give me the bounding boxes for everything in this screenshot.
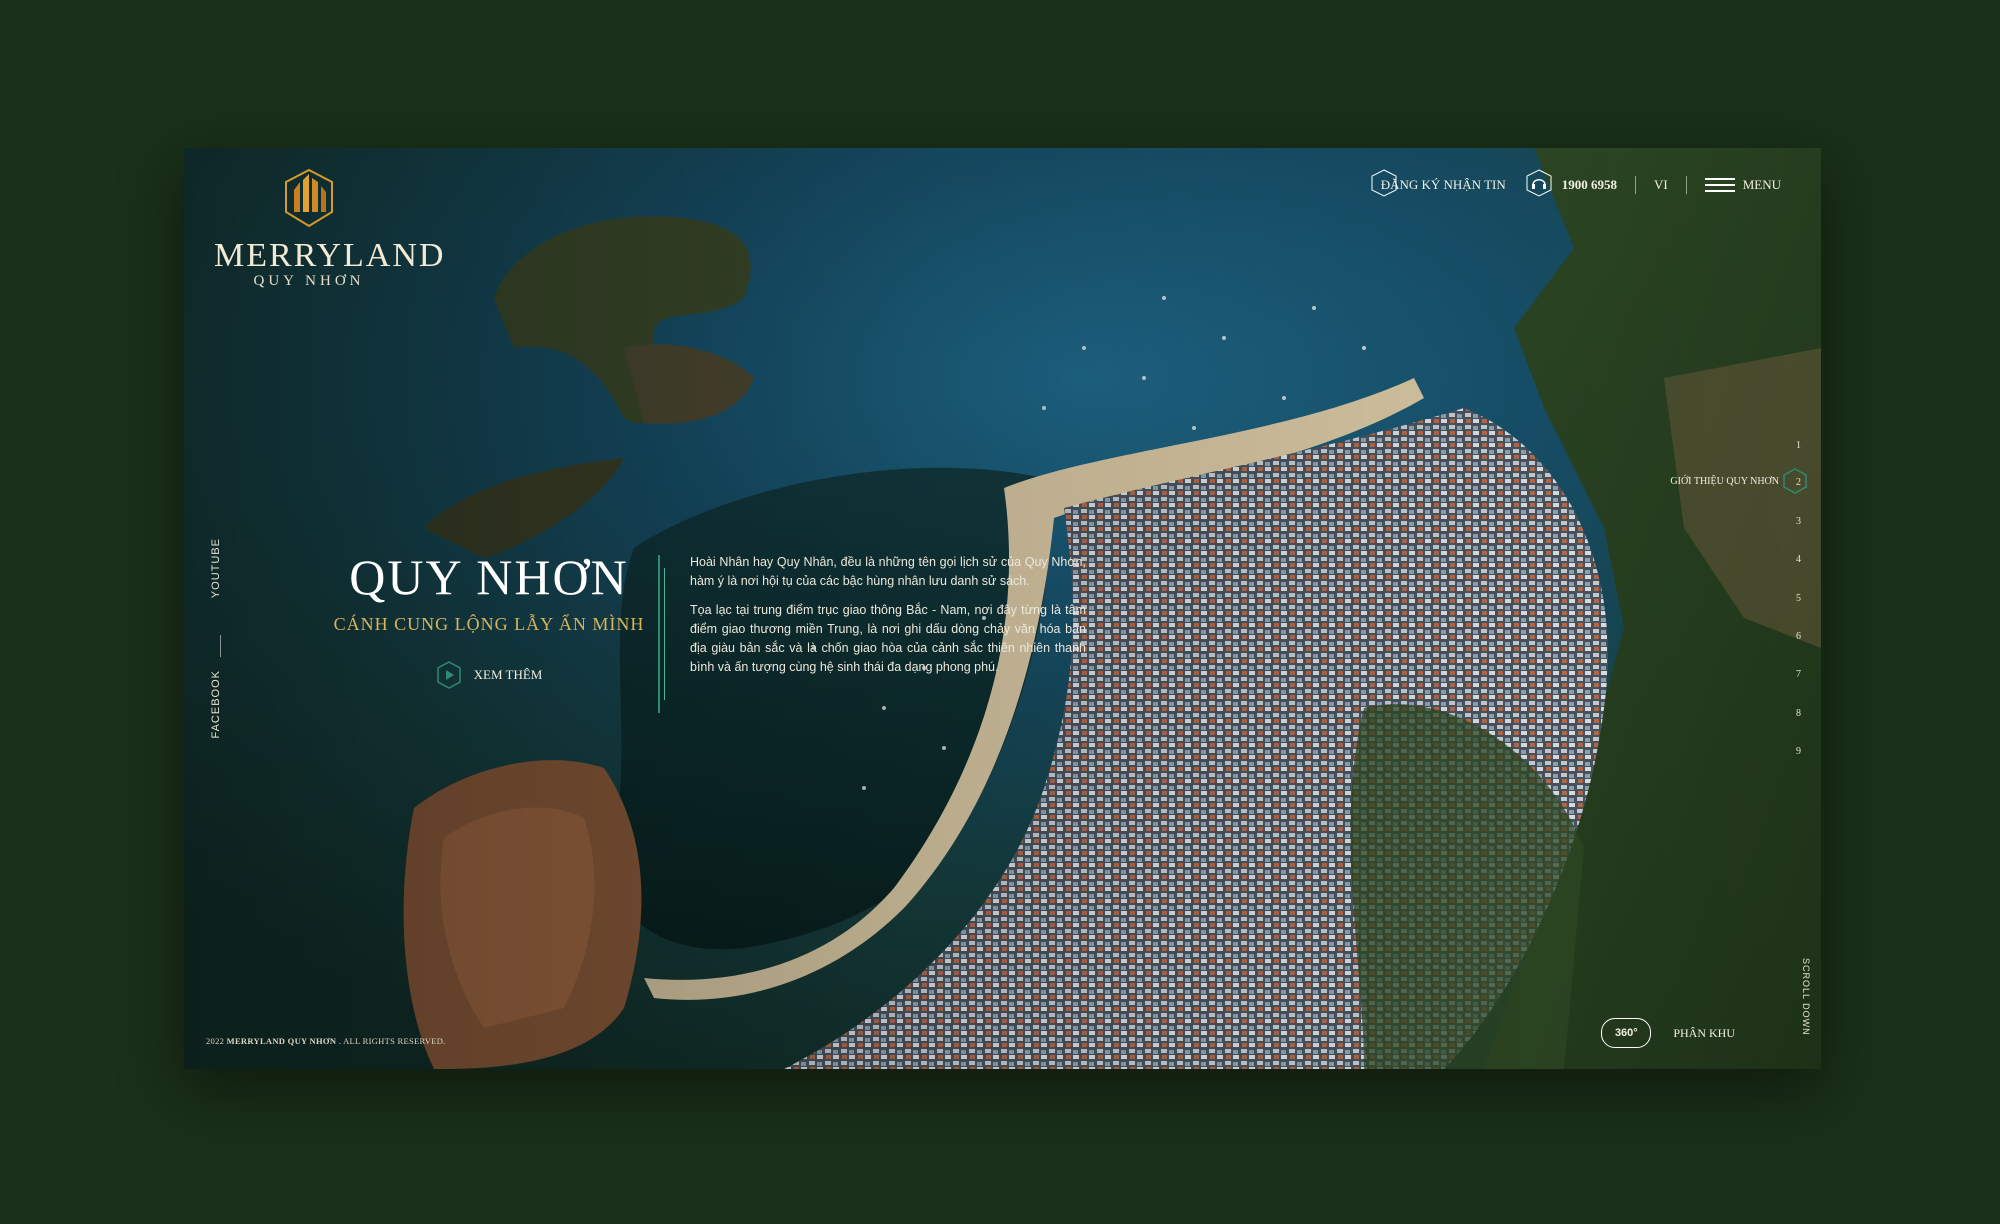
copyright-brand: MERRYLAND QUY NHƠN xyxy=(226,1036,337,1046)
pager-item[interactable]: 8 xyxy=(1796,708,1801,719)
pager-item[interactable]: 9 xyxy=(1796,746,1801,757)
social-divider xyxy=(220,635,221,657)
menu-button[interactable]: MENU xyxy=(1704,177,1781,193)
nav-divider xyxy=(1635,176,1636,194)
facebook-link[interactable]: FACEBOOK xyxy=(210,670,222,739)
see-more-label: XEM THÊM xyxy=(473,667,543,682)
hamburger-icon xyxy=(1704,178,1735,192)
hero-heading: QUY NHƠN CÁNH CUNG LỘNG LẪY ẨN MÌNH XEM … xyxy=(319,552,659,694)
top-navigation: ĐĂNG KÝ NHẬN TIN 1900 6958 VI MENU xyxy=(1369,168,1781,202)
page-title: QUY NHƠN xyxy=(349,549,629,605)
copyright-rights: . ALL RIGHTS RESERVED. xyxy=(338,1036,446,1046)
play-icon xyxy=(436,661,461,689)
menu-label: MENU xyxy=(1742,177,1781,192)
logo-emblem-icon xyxy=(285,168,333,228)
language-switcher[interactable]: VI xyxy=(1654,177,1668,193)
brand-name: MERRYLAND xyxy=(214,237,446,274)
text-accent-line xyxy=(664,568,665,700)
brand-location: QUY NHƠN xyxy=(253,273,365,289)
zones-link[interactable]: PHÂN KHU xyxy=(1673,1026,1735,1041)
pager-item-active[interactable]: 2 xyxy=(1796,477,1801,488)
pager-item[interactable]: 7 xyxy=(1796,669,1801,680)
intro-paragraph-2: Tọa lạc tại trung điểm trục giao thông B… xyxy=(690,603,1086,674)
pager-item[interactable]: 1 xyxy=(1796,440,1801,451)
headset-icon xyxy=(1524,168,1554,202)
pager-item[interactable]: 5 xyxy=(1796,593,1801,604)
pager-item[interactable]: 6 xyxy=(1796,631,1801,642)
language-label: VI xyxy=(1654,177,1668,192)
nav-divider xyxy=(1685,176,1687,194)
subscribe-link[interactable]: ĐĂNG KÝ NHẬN TIN xyxy=(1369,168,1506,202)
hero-frame: MERRYLAND QUY NHƠN ĐĂNG KÝ NHẬN TIN 1900… xyxy=(184,148,1821,1069)
hexagon-icon xyxy=(1783,468,1807,494)
youtube-link[interactable]: YOUTUBE xyxy=(210,538,222,598)
pager-item[interactable]: 4 xyxy=(1796,554,1801,565)
hotline-number: 1900 6958 xyxy=(1561,177,1617,192)
see-more-button[interactable]: XEM THÊM xyxy=(436,661,543,689)
intro-paragraph-1: Hoài Nhân hay Quy Nhân, đều là những tên… xyxy=(690,555,1086,588)
intro-text: Hoài Nhân hay Quy Nhân, đều là những tên… xyxy=(690,553,1086,687)
bottom-actions: 360° PHÂN KHU xyxy=(1601,1018,1735,1048)
subscribe-label: ĐĂNG KÝ NHẬN TIN xyxy=(1380,177,1506,192)
hexagon-icon xyxy=(1369,168,1399,202)
text-accent-line xyxy=(658,555,660,713)
view-360-button[interactable]: 360° xyxy=(1601,1018,1652,1048)
copyright-year: 2022 xyxy=(206,1036,225,1046)
pager-active-label: GIỚI THIỆU QUY NHƠN xyxy=(1670,476,1779,487)
scroll-down-hint[interactable]: SCROLL DOWN xyxy=(1801,958,1811,1036)
hotline-link[interactable]: 1900 6958 xyxy=(1524,168,1617,202)
page-subtitle: CÁNH CUNG LỘNG LẪY ẨN MÌNH xyxy=(333,614,645,634)
copyright: 2022 MERRYLAND QUY NHƠN . ALL RIGHTS RES… xyxy=(206,1036,446,1046)
brand-logo[interactable]: MERRYLAND QUY NHƠN xyxy=(214,168,446,290)
pager-item[interactable]: 3 xyxy=(1796,516,1801,527)
